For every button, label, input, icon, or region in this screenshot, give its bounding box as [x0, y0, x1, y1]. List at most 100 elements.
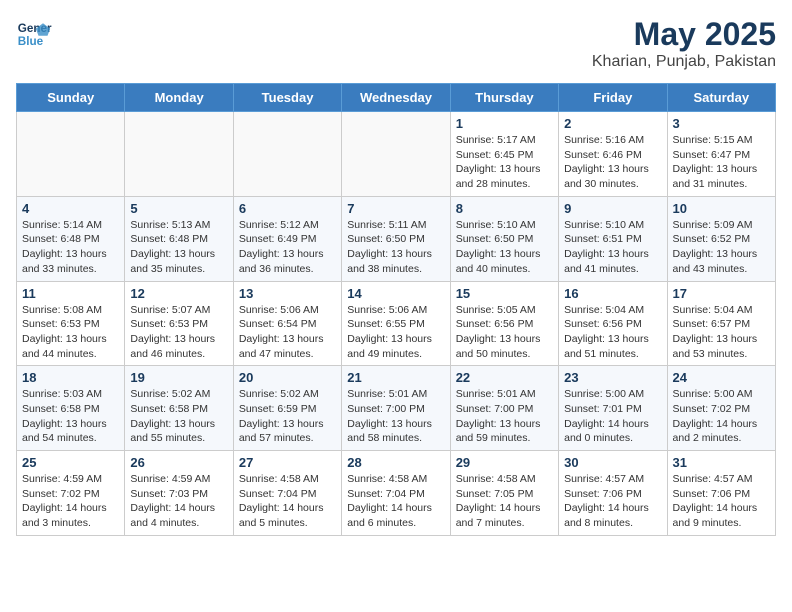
calendar-cell: 2 Sunrise: 5:16 AM Sunset: 6:46 PM Daylig… — [559, 112, 667, 197]
day-number: 14 — [347, 286, 444, 301]
day-number: 19 — [130, 370, 227, 385]
calendar-cell: 1 Sunrise: 5:17 AM Sunset: 6:45 PM Daylig… — [450, 112, 558, 197]
day-info: Sunrise: 4:59 AM Sunset: 7:03 PM Dayligh… — [130, 472, 227, 531]
day-info: Sunrise: 5:02 AM Sunset: 6:58 PM Dayligh… — [130, 387, 227, 446]
calendar-cell: 26Sunrise: 4:59 AM Sunset: 7:03 PM Dayli… — [125, 451, 233, 536]
logo: General Blue — [16, 16, 52, 52]
day-info: Sunrise: 5:11 AM Sunset: 6:50 PM Dayligh… — [347, 218, 444, 277]
calendar-cell: 4 Sunrise: 5:14 AM Sunset: 6:48 PM Daylig… — [17, 196, 125, 281]
day-number: 1 — [456, 116, 553, 131]
calendar-cell: 12Sunrise: 5:07 AM Sunset: 6:53 PM Dayli… — [125, 281, 233, 366]
day-info: Sunrise: 5:12 AM Sunset: 6:49 PM Dayligh… — [239, 218, 336, 277]
day-info: Sunrise: 5:07 AM Sunset: 6:53 PM Dayligh… — [130, 303, 227, 362]
calendar-cell: 21 Sunrise: 5:01 AM Sunset: 7:00 PM Dayli… — [342, 366, 450, 451]
calendar-cell — [17, 112, 125, 197]
calendar-cell: 5 Sunrise: 5:13 AM Sunset: 6:48 PM Daylig… — [125, 196, 233, 281]
page-subtitle: Kharian, Punjab, Pakistan — [592, 53, 776, 71]
weekday-header: Sunday — [17, 84, 125, 112]
calendar-cell: 28Sunrise: 4:58 AM Sunset: 7:04 PM Dayli… — [342, 451, 450, 536]
day-info: Sunrise: 4:58 AM Sunset: 7:05 PM Dayligh… — [456, 472, 553, 531]
svg-text:Blue: Blue — [18, 35, 44, 48]
day-number: 16 — [564, 286, 661, 301]
calendar-cell: 22 Sunrise: 5:01 AM Sunset: 7:00 PM Dayli… — [450, 366, 558, 451]
day-number: 20 — [239, 370, 336, 385]
day-info: Sunrise: 5:06 AM Sunset: 6:54 PM Dayligh… — [239, 303, 336, 362]
day-info: Sunrise: 5:06 AM Sunset: 6:55 PM Dayligh… — [347, 303, 444, 362]
weekday-header: Thursday — [450, 84, 558, 112]
day-info: Sunrise: 5:00 AM Sunset: 7:02 PM Dayligh… — [673, 387, 770, 446]
calendar-cell — [125, 112, 233, 197]
calendar-cell: 30 Sunrise: 4:57 AM Sunset: 7:06 PM Dayli… — [559, 451, 667, 536]
day-number: 3 — [673, 116, 770, 131]
day-info: Sunrise: 4:57 AM Sunset: 7:06 PM Dayligh… — [564, 472, 661, 531]
calendar-cell: 8 Sunrise: 5:10 AM Sunset: 6:50 PM Daylig… — [450, 196, 558, 281]
calendar-table: SundayMondayTuesdayWednesdayThursdayFrid… — [16, 83, 776, 536]
day-number: 13 — [239, 286, 336, 301]
day-info: Sunrise: 4:58 AM Sunset: 7:04 PM Dayligh… — [239, 472, 336, 531]
day-info: Sunrise: 5:14 AM Sunset: 6:48 PM Dayligh… — [22, 218, 119, 277]
title-block: May 2025 Kharian, Punjab, Pakistan — [592, 16, 776, 71]
day-info: Sunrise: 5:15 AM Sunset: 6:47 PM Dayligh… — [673, 133, 770, 192]
calendar-cell: 16 Sunrise: 5:04 AM Sunset: 6:56 PM Dayli… — [559, 281, 667, 366]
calendar-cell: 29 Sunrise: 4:58 AM Sunset: 7:05 PM Dayli… — [450, 451, 558, 536]
day-number: 18 — [22, 370, 119, 385]
calendar-cell: 11Sunrise: 5:08 AM Sunset: 6:53 PM Dayli… — [17, 281, 125, 366]
page-title: May 2025 — [592, 16, 776, 53]
calendar-cell: 3 Sunrise: 5:15 AM Sunset: 6:47 PM Daylig… — [667, 112, 775, 197]
calendar-cell: 24 Sunrise: 5:00 AM Sunset: 7:02 PM Dayli… — [667, 366, 775, 451]
calendar-cell: 19 Sunrise: 5:02 AM Sunset: 6:58 PM Dayli… — [125, 366, 233, 451]
day-info: Sunrise: 5:01 AM Sunset: 7:00 PM Dayligh… — [347, 387, 444, 446]
day-number: 5 — [130, 201, 227, 216]
day-number: 7 — [347, 201, 444, 216]
day-info: Sunrise: 5:04 AM Sunset: 6:57 PM Dayligh… — [673, 303, 770, 362]
day-number: 27 — [239, 455, 336, 470]
calendar-cell: 20Sunrise: 5:02 AM Sunset: 6:59 PM Dayli… — [233, 366, 341, 451]
day-info: Sunrise: 5:10 AM Sunset: 6:50 PM Dayligh… — [456, 218, 553, 277]
day-info: Sunrise: 5:00 AM Sunset: 7:01 PM Dayligh… — [564, 387, 661, 446]
day-number: 25 — [22, 455, 119, 470]
day-number: 29 — [456, 455, 553, 470]
weekday-header: Tuesday — [233, 84, 341, 112]
day-number: 30 — [564, 455, 661, 470]
calendar-cell — [342, 112, 450, 197]
day-number: 21 — [347, 370, 444, 385]
weekday-header: Monday — [125, 84, 233, 112]
weekday-header: Saturday — [667, 84, 775, 112]
calendar-cell: 15 Sunrise: 5:05 AM Sunset: 6:56 PM Dayli… — [450, 281, 558, 366]
day-number: 8 — [456, 201, 553, 216]
calendar-week-row: 25 Sunrise: 4:59 AM Sunset: 7:02 PM Dayli… — [17, 451, 776, 536]
calendar-week-row: 11Sunrise: 5:08 AM Sunset: 6:53 PM Dayli… — [17, 281, 776, 366]
day-info: Sunrise: 5:01 AM Sunset: 7:00 PM Dayligh… — [456, 387, 553, 446]
day-number: 24 — [673, 370, 770, 385]
day-info: Sunrise: 5:17 AM Sunset: 6:45 PM Dayligh… — [456, 133, 553, 192]
logo-icon: General Blue — [16, 16, 52, 52]
calendar-week-row: 1 Sunrise: 5:17 AM Sunset: 6:45 PM Daylig… — [17, 112, 776, 197]
calendar-cell: 10Sunrise: 5:09 AM Sunset: 6:52 PM Dayli… — [667, 196, 775, 281]
day-info: Sunrise: 5:05 AM Sunset: 6:56 PM Dayligh… — [456, 303, 553, 362]
day-number: 28 — [347, 455, 444, 470]
day-number: 22 — [456, 370, 553, 385]
day-number: 17 — [673, 286, 770, 301]
day-info: Sunrise: 5:09 AM Sunset: 6:52 PM Dayligh… — [673, 218, 770, 277]
calendar-cell: 31Sunrise: 4:57 AM Sunset: 7:06 PM Dayli… — [667, 451, 775, 536]
day-info: Sunrise: 4:59 AM Sunset: 7:02 PM Dayligh… — [22, 472, 119, 531]
day-number: 11 — [22, 286, 119, 301]
day-info: Sunrise: 4:57 AM Sunset: 7:06 PM Dayligh… — [673, 472, 770, 531]
weekday-header: Friday — [559, 84, 667, 112]
day-info: Sunrise: 5:03 AM Sunset: 6:58 PM Dayligh… — [22, 387, 119, 446]
calendar-cell: 18 Sunrise: 5:03 AM Sunset: 6:58 PM Dayli… — [17, 366, 125, 451]
day-info: Sunrise: 5:04 AM Sunset: 6:56 PM Dayligh… — [564, 303, 661, 362]
calendar-week-row: 4 Sunrise: 5:14 AM Sunset: 6:48 PM Daylig… — [17, 196, 776, 281]
calendar-cell: 14 Sunrise: 5:06 AM Sunset: 6:55 PM Dayli… — [342, 281, 450, 366]
calendar-cell: 13 Sunrise: 5:06 AM Sunset: 6:54 PM Dayli… — [233, 281, 341, 366]
day-info: Sunrise: 5:10 AM Sunset: 6:51 PM Dayligh… — [564, 218, 661, 277]
calendar-cell — [233, 112, 341, 197]
day-number: 2 — [564, 116, 661, 131]
day-info: Sunrise: 5:16 AM Sunset: 6:46 PM Dayligh… — [564, 133, 661, 192]
day-number: 6 — [239, 201, 336, 216]
day-info: Sunrise: 5:13 AM Sunset: 6:48 PM Dayligh… — [130, 218, 227, 277]
day-number: 15 — [456, 286, 553, 301]
page-header: General Blue May 2025 Kharian, Punjab, P… — [16, 16, 776, 71]
day-number: 4 — [22, 201, 119, 216]
calendar-cell: 23Sunrise: 5:00 AM Sunset: 7:01 PM Dayli… — [559, 366, 667, 451]
